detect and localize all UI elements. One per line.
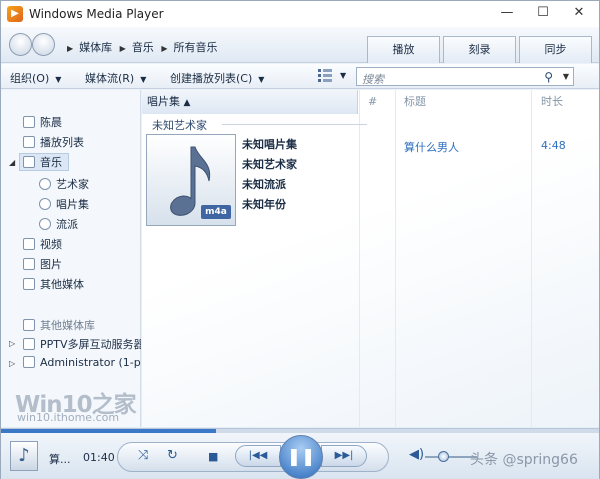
media-player-icon: ▶ — [7, 6, 23, 22]
volume-icon[interactable]: ◀) — [409, 447, 424, 462]
seek-bar-fill — [1, 429, 217, 433]
file-type-badge: m4a — [201, 205, 231, 219]
previous-icon: |◀◀ — [248, 450, 268, 461]
chevron-down-icon: ▼ — [140, 75, 147, 84]
next-icon: ▶▶| — [334, 450, 354, 461]
seek-bar[interactable] — [1, 429, 599, 433]
column-header-album[interactable]: 唱片集 ▲ — [142, 90, 358, 114]
create-playlist-menu[interactable]: 创建播放列表(C) ▼ — [170, 70, 264, 86]
navigation-bar: ▶ 媒体库 ▶ 音乐 ▶ 所有音乐 播放 刻录 同步 — [1, 27, 599, 63]
view-options-dropdown-icon[interactable]: ▼ — [340, 71, 346, 80]
album-art[interactable]: m4a — [146, 134, 236, 226]
sidebar-item-pictures[interactable]: 图片 — [23, 256, 62, 274]
tab-sync[interactable]: 同步 — [519, 36, 592, 63]
sidebar-item-pptv-server[interactable]: PPTV多屏互动服务器 — [23, 336, 141, 354]
server-icon — [23, 338, 35, 350]
other-library-icon — [23, 319, 35, 331]
sort-ascending-icon: ▲ — [183, 98, 191, 108]
breadcrumb: ▶ 媒体库 ▶ 音乐 ▶ 所有音乐 — [67, 41, 218, 54]
column-header-length[interactable]: 时长 — [541, 90, 563, 114]
breadcrumb-library[interactable]: 媒体库 — [79, 41, 112, 54]
search-icon[interactable]: ⚲ — [544, 70, 553, 84]
elapsed-time: 01:40 — [83, 451, 115, 464]
previous-button[interactable]: |◀◀ — [235, 445, 281, 467]
artist-icon — [39, 178, 51, 190]
album-icon — [39, 198, 51, 210]
column-divider — [359, 90, 360, 427]
album-name: 未知唱片集 — [242, 138, 297, 151]
search-dropdown-icon[interactable]: ▼ — [563, 72, 569, 81]
pause-icon: ❚❚ — [286, 447, 316, 467]
column-divider — [531, 90, 532, 427]
organize-menu[interactable]: 组织(O) ▼ — [10, 70, 61, 86]
search-placeholder: 搜索 — [362, 73, 384, 86]
track-title[interactable]: 算什么男人 — [404, 139, 459, 155]
pause-button[interactable]: ❚❚ — [279, 435, 323, 479]
back-button[interactable] — [9, 33, 32, 56]
sidebar-item-administrator[interactable]: Administrator (1-p — [23, 356, 141, 374]
stream-menu[interactable]: 媒体流(R) ▼ — [85, 70, 146, 86]
album-genre: 未知流派 — [242, 178, 286, 191]
library-content: 唱片集 ▲ # 标题 时长 未知艺术家 m4a 未知唱片集 未知艺术家 未知流派… — [142, 90, 599, 427]
search-input[interactable]: 搜索 ⚲ ▼ — [356, 67, 574, 86]
user-icon — [23, 116, 35, 128]
video-icon — [23, 238, 35, 250]
tab-play[interactable]: 播放 — [367, 36, 440, 63]
expand-arrow-icon[interactable]: ▷ — [9, 339, 15, 348]
other-media-icon — [23, 278, 35, 290]
sidebar-item-playlists[interactable]: 播放列表 — [23, 134, 84, 152]
repeat-icon[interactable]: ↻ — [167, 448, 178, 463]
music-icon — [23, 156, 35, 168]
playlist-icon — [23, 136, 35, 148]
watermark-url: win10.ithome.com — [17, 411, 120, 424]
sidebar-item-artist[interactable]: 艺术家 — [39, 176, 89, 194]
expand-arrow-icon[interactable]: ▷ — [9, 359, 15, 368]
sidebar-item-album[interactable]: 唱片集 — [39, 196, 89, 214]
column-divider — [395, 90, 396, 427]
view-options-icon[interactable] — [318, 69, 332, 82]
sidebar-item-genre[interactable]: 流派 — [39, 216, 78, 234]
navigation-pane: 陈晨 播放列表 ◢ 音乐 艺术家 唱片集 流派 视频 图片 其他媒体 其他媒体库… — [1, 90, 141, 427]
sidebar-item-music[interactable]: 音乐 — [19, 153, 69, 171]
tab-burn[interactable]: 刻录 — [443, 36, 516, 63]
breadcrumb-all-music[interactable]: 所有音乐 — [173, 41, 217, 54]
sidebar-item-other-media[interactable]: 其他媒体 — [23, 276, 84, 294]
stop-icon[interactable]: ■ — [208, 450, 218, 463]
genre-icon — [39, 218, 51, 230]
volume-slider-handle[interactable] — [438, 451, 450, 462]
close-button[interactable]: ✕ — [557, 1, 600, 25]
title-bar: ▶ Windows Media Player — ☐ ✕ — [1, 1, 599, 27]
chevron-down-icon: ▼ — [258, 75, 265, 84]
column-header-number[interactable]: # — [368, 90, 377, 114]
track-length: 4:48 — [541, 139, 566, 152]
now-playing-title: 算... — [49, 453, 71, 466]
toolbar: 组织(O) ▼ 媒体流(R) ▼ 创建播放列表(C) ▼ ▼ 搜索 ⚲ ▼ — [1, 64, 599, 89]
credit-text: 头条 @spring66 — [470, 452, 578, 468]
now-playing-music-icon[interactable]: ♪ — [10, 441, 38, 471]
sidebar-item-other-libraries[interactable]: 其他媒体库 — [23, 317, 95, 335]
expand-arrow-icon[interactable]: ◢ — [9, 158, 15, 167]
album-artist: 未知艺术家 — [242, 158, 297, 171]
window-title: Windows Media Player — [29, 7, 164, 21]
playback-controls-bar: ♪ 算... 01:40 ⤨ ↻ ■ |◀◀ ▶▶| ❚❚ ◀) 头条 @spr… — [1, 428, 599, 479]
media-player-window: ▶ Windows Media Player — ☐ ✕ ▶ 媒体库 ▶ 音乐 ▶ 所… — [0, 0, 600, 479]
sidebar-item-video[interactable]: 视频 — [23, 236, 62, 254]
group-header: 未知艺术家 — [152, 119, 207, 132]
column-header-title[interactable]: 标题 — [404, 90, 426, 114]
group-divider — [222, 124, 367, 125]
breadcrumb-music[interactable]: 音乐 — [132, 41, 154, 54]
next-button[interactable]: ▶▶| — [321, 445, 367, 467]
shuffle-icon[interactable]: ⤨ — [138, 448, 148, 463]
server-icon — [23, 356, 35, 368]
picture-icon — [23, 258, 35, 270]
album-year: 未知年份 — [242, 198, 286, 211]
sidebar-item-user[interactable]: 陈晨 — [23, 114, 62, 132]
forward-button[interactable] — [32, 33, 55, 56]
chevron-down-icon: ▼ — [55, 75, 62, 84]
